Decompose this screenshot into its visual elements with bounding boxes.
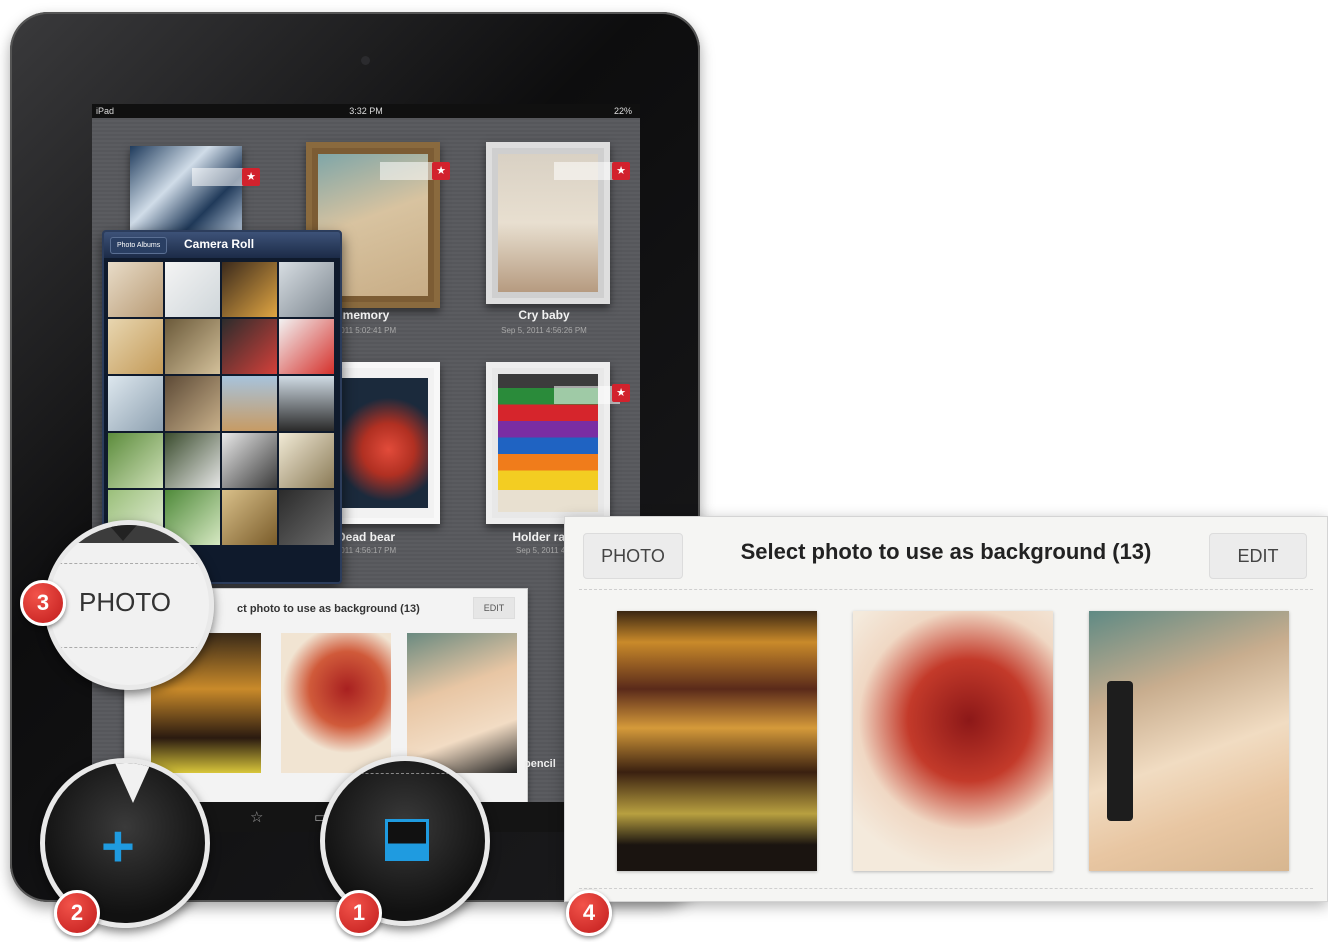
pointer-icon [109, 525, 137, 541]
status-time: 3:32 PM [349, 106, 383, 116]
divider [579, 589, 1313, 590]
background-picker-icon[interactable] [385, 819, 429, 861]
camera-roll-thumb[interactable] [108, 433, 163, 488]
divider [49, 647, 209, 648]
favorite-star-icon[interactable]: ★ [612, 384, 630, 402]
background-picker-panel: PHOTO Select photo to use as background … [564, 516, 1328, 902]
mini-edit-button[interactable]: EDIT [473, 597, 515, 619]
photo-button[interactable]: PHOTO [79, 587, 171, 618]
divider [325, 773, 485, 774]
background-photo[interactable] [853, 611, 1053, 871]
mini-background-photo[interactable] [281, 633, 391, 773]
camera-roll-thumb[interactable] [279, 376, 334, 431]
pointer-icon [115, 763, 151, 803]
photo-object [1107, 681, 1133, 821]
item-date: Sep 5, 2011 4:56:26 PM [501, 326, 587, 335]
camera-roll-thumb[interactable] [279, 490, 334, 545]
photo-albums-back-button[interactable]: Photo Albums [110, 237, 168, 254]
divider [49, 563, 209, 564]
camera-roll-thumb[interactable] [108, 262, 163, 317]
ipad-screen: iPad 3:32 PM 22% ★ ★ memory 2011 5:02:41… [92, 104, 640, 832]
camera-roll-thumb[interactable] [279, 319, 334, 374]
divider [579, 888, 1313, 889]
frame-tag [554, 162, 620, 180]
step-badge-3: 3 [20, 580, 66, 626]
camera-roll-thumb[interactable] [222, 262, 277, 317]
mini-panel-title: ct photo to use as background (13) [237, 603, 420, 615]
photo-frame-dead-bear[interactable] [328, 362, 440, 524]
camera-roll-thumb[interactable] [108, 376, 163, 431]
step-badge-4: 4 [566, 890, 612, 936]
camera-roll-thumb[interactable] [165, 319, 220, 374]
battery-label: 22% [613, 106, 632, 116]
camera-roll-thumb[interactable] [222, 319, 277, 374]
status-bar: iPad 3:32 PM 22% [92, 104, 640, 118]
photo-frame-xray[interactable] [130, 146, 242, 234]
background-photo[interactable] [617, 611, 817, 871]
camera-roll-grid [108, 262, 336, 545]
frame-tag [554, 386, 620, 404]
favorite-star-icon[interactable]: ★ [242, 168, 260, 186]
favorite-star-icon[interactable]: ★ [612, 162, 630, 180]
background-photo[interactable] [1089, 611, 1289, 871]
item-title: Cry baby [518, 308, 570, 322]
camera-roll-thumb[interactable] [165, 262, 220, 317]
camera-roll-thumb[interactable] [222, 376, 277, 431]
plus-icon[interactable]: + [101, 813, 135, 880]
edit-button[interactable]: EDIT [1209, 533, 1307, 579]
popover-title: Camera Roll [184, 237, 255, 251]
camera-roll-thumb[interactable] [165, 376, 220, 431]
front-camera [361, 56, 370, 65]
mini-background-photo[interactable] [407, 633, 517, 773]
step-badge-2: 2 [54, 890, 100, 936]
popover-header: Photo Albums Camera Roll [104, 232, 340, 258]
item-title: pencil [524, 758, 556, 770]
camera-roll-thumb[interactable] [279, 262, 334, 317]
camera-roll-thumb[interactable] [222, 490, 277, 545]
step-badge-1: 1 [336, 890, 382, 936]
camera-roll-thumb[interactable] [108, 319, 163, 374]
camera-roll-thumb[interactable] [279, 433, 334, 488]
camera-roll-thumb[interactable] [165, 433, 220, 488]
favorite-star-icon[interactable]: ★ [432, 162, 450, 180]
camera-roll-thumb[interactable] [222, 433, 277, 488]
photo-button-magnifier: PHOTO [44, 520, 214, 690]
star-icon[interactable]: ☆ [250, 808, 263, 826]
